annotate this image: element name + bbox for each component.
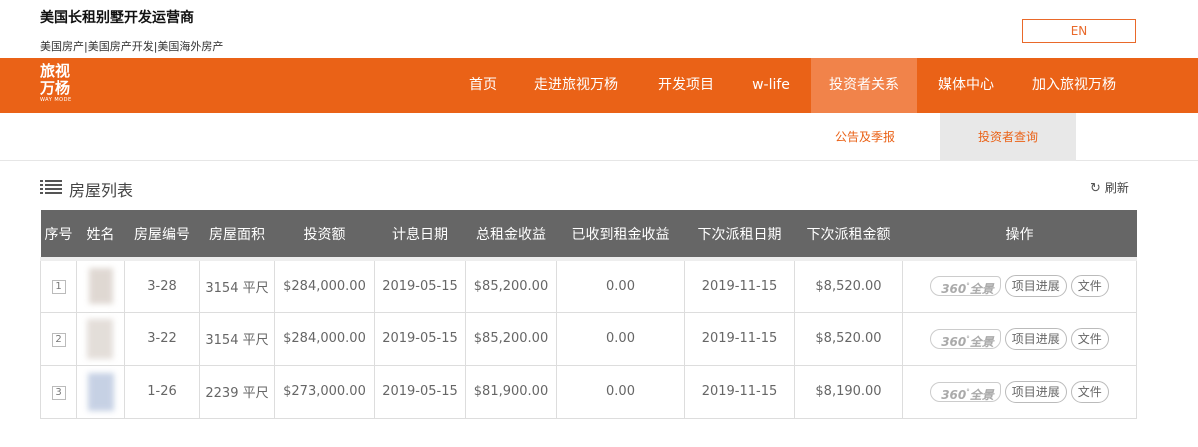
house-no-cell: 3-22 <box>124 311 200 366</box>
area-cell: 2239 平尺 <box>199 364 275 419</box>
nav-item-about[interactable]: 走进旅视万杨 <box>516 58 636 113</box>
table-row: 3 1-26 2239 平尺 $273,000.00 2019-05-15 $8… <box>40 364 1137 419</box>
panorama-360-button[interactable]: 360°全景 <box>930 276 1001 297</box>
progress-button[interactable]: 项目进展 <box>1004 275 1067 298</box>
redacted-name <box>86 318 113 359</box>
name-cell <box>76 364 125 419</box>
name-cell <box>76 311 125 366</box>
logo-line-2: 万杨 <box>40 79 71 97</box>
nav-item-home[interactable]: 首页 <box>458 58 508 113</box>
table-row: 2 3-22 3154 平尺 $284,000.00 2019-05-15 $8… <box>40 311 1137 366</box>
language-button[interactable]: EN <box>1022 19 1136 43</box>
redacted-name <box>88 268 113 305</box>
row-index[interactable]: 3 <box>51 385 66 400</box>
investment-cell: $284,000.00 <box>274 257 375 313</box>
column-header: 下次派租日期 <box>684 210 795 259</box>
column-header: 姓名 <box>76 210 125 259</box>
panorama-360-button[interactable]: 360°全景 <box>930 381 1001 402</box>
top-bar: 美国长租别墅开发运营商 美国房产|美国房产开发|美国海外房产 EN <box>0 0 1198 58</box>
column-header: 投资额 <box>274 210 375 259</box>
start-date-cell: 2019-05-15 <box>374 311 466 366</box>
index-cell: 1 <box>40 257 77 313</box>
start-date-cell: 2019-05-15 <box>374 364 466 419</box>
list-title: 房屋列表 <box>69 181 134 200</box>
pano-text: 全景 <box>969 387 994 402</box>
house-no-cell: 1-26 <box>124 364 200 419</box>
column-header: 房屋面积 <box>199 210 275 259</box>
nav-item-investor[interactable]: 投资者关系 <box>811 58 917 113</box>
received-rent-cell: 0.00 <box>556 257 685 313</box>
refresh-button[interactable]: ↻ 刷新 <box>1090 179 1129 196</box>
logo-small: WAY MODE <box>40 97 72 103</box>
total-rent-cell: $85,200.00 <box>465 257 557 313</box>
logo[interactable]: 旅视 万杨 WAY MODE <box>40 63 76 104</box>
next-date-cell: 2019-11-15 <box>684 257 795 313</box>
pano-text: 全景 <box>969 282 994 297</box>
subnav-item-announcements[interactable]: 公告及季报 <box>810 113 920 161</box>
progress-button[interactable]: 项目进展 <box>1004 327 1067 350</box>
area-cell: 3154 平尺 <box>199 311 275 366</box>
files-button[interactable]: 文件 <box>1070 327 1109 350</box>
pano-number: 360 <box>941 282 967 297</box>
nav-item-wlife[interactable]: w-life <box>737 58 805 113</box>
start-date-cell: 2019-05-15 <box>374 257 466 313</box>
refresh-label: 刷新 <box>1104 181 1129 195</box>
column-header: 序号 <box>40 210 77 259</box>
table-row: 1 3-28 3154 平尺 $284,000.00 2019-05-15 $8… <box>40 257 1137 313</box>
actions-cell: 360°全景 项目进展 文件 <box>902 311 1137 366</box>
next-amount-cell: $8,520.00 <box>794 257 903 313</box>
column-header: 房屋编号 <box>124 210 200 259</box>
progress-button[interactable]: 项目进展 <box>1004 380 1067 403</box>
panorama-360-button[interactable]: 360°全景 <box>930 328 1001 349</box>
pano-number: 360 <box>941 334 967 349</box>
files-button[interactable]: 文件 <box>1070 275 1109 298</box>
index-cell: 2 <box>40 311 77 366</box>
next-amount-cell: $8,520.00 <box>794 311 903 366</box>
name-cell <box>76 257 125 313</box>
column-header: 操作 <box>902 210 1137 259</box>
refresh-icon: ↻ <box>1090 181 1101 196</box>
pano-text: 全景 <box>969 334 994 349</box>
column-header: 下次派租金额 <box>794 210 903 259</box>
actions-cell: 360°全景 项目进展 文件 <box>902 257 1137 313</box>
list-icon <box>40 180 62 194</box>
area-cell: 3154 平尺 <box>199 257 275 313</box>
total-rent-cell: $85,200.00 <box>465 311 557 366</box>
next-date-cell: 2019-11-15 <box>684 364 795 419</box>
files-button[interactable]: 文件 <box>1070 380 1109 403</box>
redacted-name <box>87 372 114 411</box>
logo-line-1: 旅视 <box>40 62 71 80</box>
investment-cell: $284,000.00 <box>274 311 375 366</box>
site-title: 美国长租别墅开发运营商 <box>40 10 194 26</box>
table-header: 序号 姓名 房屋编号 房屋面积 投资额 计息日期 总租金收益 已收到租金收益 下… <box>40 210 1137 259</box>
nav-item-projects[interactable]: 开发项目 <box>645 58 727 113</box>
sub-nav: 公告及季报 投资者查询 <box>0 113 1198 161</box>
house-table: 序号 姓名 房屋编号 房屋面积 投资额 计息日期 总租金收益 已收到租金收益 下… <box>40 210 1137 419</box>
pano-number: 360 <box>941 387 967 402</box>
next-date-cell: 2019-11-15 <box>684 311 795 366</box>
actions-cell: 360°全景 项目进展 文件 <box>902 364 1137 419</box>
nav-item-media[interactable]: 媒体中心 <box>924 58 1008 113</box>
main-nav: 旅视 万杨 WAY MODE 首页 走进旅视万杨 开发项目 w-life 投资者… <box>0 58 1198 113</box>
investment-cell: $273,000.00 <box>274 364 375 419</box>
site-subtitle: 美国房产|美国房产开发|美国海外房产 <box>40 40 224 53</box>
column-header: 总租金收益 <box>465 210 557 259</box>
column-header: 已收到租金收益 <box>556 210 685 259</box>
index-cell: 3 <box>40 364 77 419</box>
row-index[interactable]: 2 <box>51 332 66 347</box>
received-rent-cell: 0.00 <box>556 364 685 419</box>
house-no-cell: 3-28 <box>124 257 200 313</box>
nav-item-join[interactable]: 加入旅视万杨 <box>1016 58 1132 113</box>
total-rent-cell: $81,900.00 <box>465 364 557 419</box>
column-header: 计息日期 <box>374 210 466 259</box>
next-amount-cell: $8,190.00 <box>794 364 903 419</box>
row-index[interactable]: 1 <box>51 280 66 295</box>
received-rent-cell: 0.00 <box>556 311 685 366</box>
subnav-item-investor-query[interactable]: 投资者查询 <box>940 113 1076 161</box>
